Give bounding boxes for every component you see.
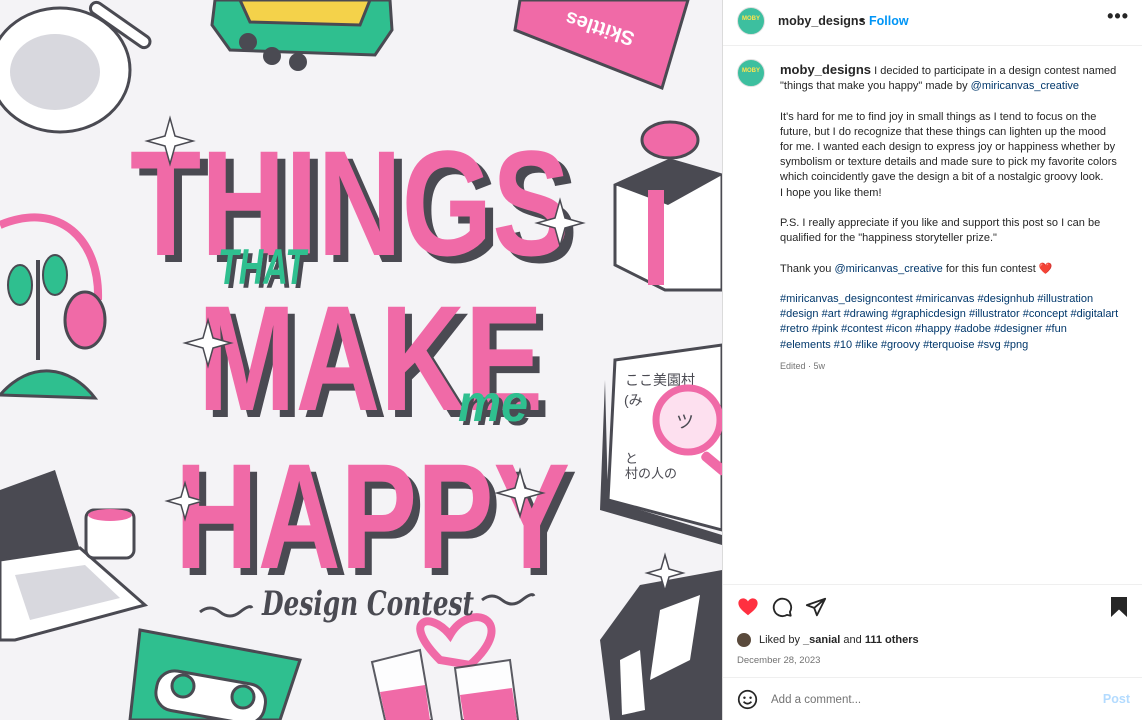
title-line-happy: HAPPY [175,432,570,600]
liker-username[interactable]: _sanial [803,634,840,646]
book-text-5: ツ [676,412,694,432]
liker-avatar[interactable] [737,633,751,647]
comment-icon[interactable] [771,596,793,623]
follow-button[interactable]: Follow [869,14,909,28]
comment-input[interactable] [769,688,1083,712]
subtitle-text: Design Contest [261,584,474,624]
caption-mention-link[interactable]: @miricanvas_creative [971,80,1079,92]
post-date: December 28, 2023 [737,655,821,666]
caption-thanks-pre: Thank you [780,262,832,275]
toy-car-illustration [210,0,394,71]
plate-illustration [0,0,152,134]
caption-area: MOBY moby_designs I decided to participa… [723,46,1142,584]
caption-thanks-mention[interactable]: @miricanvas_creative [834,263,942,275]
edited-timestamp: Edited · 5w [780,360,826,371]
book-text-4: と [625,451,638,466]
heart-drinks-illustration [370,613,520,720]
caption-paragraph-1b: I hope you like them! [780,186,882,199]
caption-thanks-post: for this fun contest [945,262,1036,275]
likes-middle: and [843,633,862,646]
comment-bar: Post [723,677,1142,720]
caption-text: moby_designs I decided to participate in… [780,62,1120,374]
book-illustration: ここ美園村 (み 村の人の と ツ [600,343,722,545]
post-side-panel: MOBY moby_designs • Follow ••• MOBY moby… [722,0,1142,720]
post-illustration: Skittles ここ美園村 (み 村の人の と ツ THINGS THINGS… [0,0,722,720]
caption-username[interactable]: moby_designs [780,62,871,77]
header-username[interactable]: moby_designs [778,14,866,28]
likes-summary: Liked by _sanial and 111 others [737,633,919,647]
caption-paragraph-1: It's hard for me to find joy in small th… [780,110,1117,184]
more-horizontal-icon[interactable]: ••• [1107,6,1129,27]
heart-emoji-icon: ❤️ [1038,262,1053,275]
header-separator: • [860,13,865,27]
post-comment-button[interactable]: Post [1103,692,1130,706]
post-image[interactable]: Skittles ここ美園村 (み 村の人の と ツ THINGS THINGS… [0,0,722,720]
caption-avatar-text: MOBY [742,68,760,74]
emoji-icon[interactable] [737,689,758,715]
gift-box-illustration [613,120,722,292]
bookmark-filled-icon[interactable] [1109,596,1129,623]
crystal-illustration [600,570,722,720]
caption-hashtags[interactable]: #miricanvas_designcontest #miricanvas #d… [780,292,1120,353]
likes-prefix: Liked by [759,633,800,646]
laptop-mug-illustration [0,470,149,642]
title-line-that: THAT [218,239,309,295]
book-text-2: (み [624,392,643,408]
avatar-text: MOBY [742,16,760,22]
caption-paragraph-2: P.S. I really appreciate if you like and… [780,217,1101,245]
caption-avatar[interactable]: MOBY [737,59,765,87]
title-line-me: me [458,375,528,433]
action-bar [723,584,1142,630]
post-header: MOBY moby_designs • Follow ••• [723,0,1142,46]
title-line-things: THINGS [130,119,570,287]
cassette-illustration [128,628,302,720]
headphones-plant-illustration [0,213,107,400]
candy-bag-illustration: Skittles [513,0,690,90]
avatar[interactable]: MOBY [737,7,765,35]
heart-filled-icon[interactable] [737,596,759,623]
title-artwork: THINGS THINGS MAKE MAKE THAT THAT HAPPY … [130,119,578,607]
book-text-3: 村の人の [625,466,677,481]
share-icon[interactable] [805,596,827,623]
likes-count[interactable]: 111 others [865,634,919,646]
